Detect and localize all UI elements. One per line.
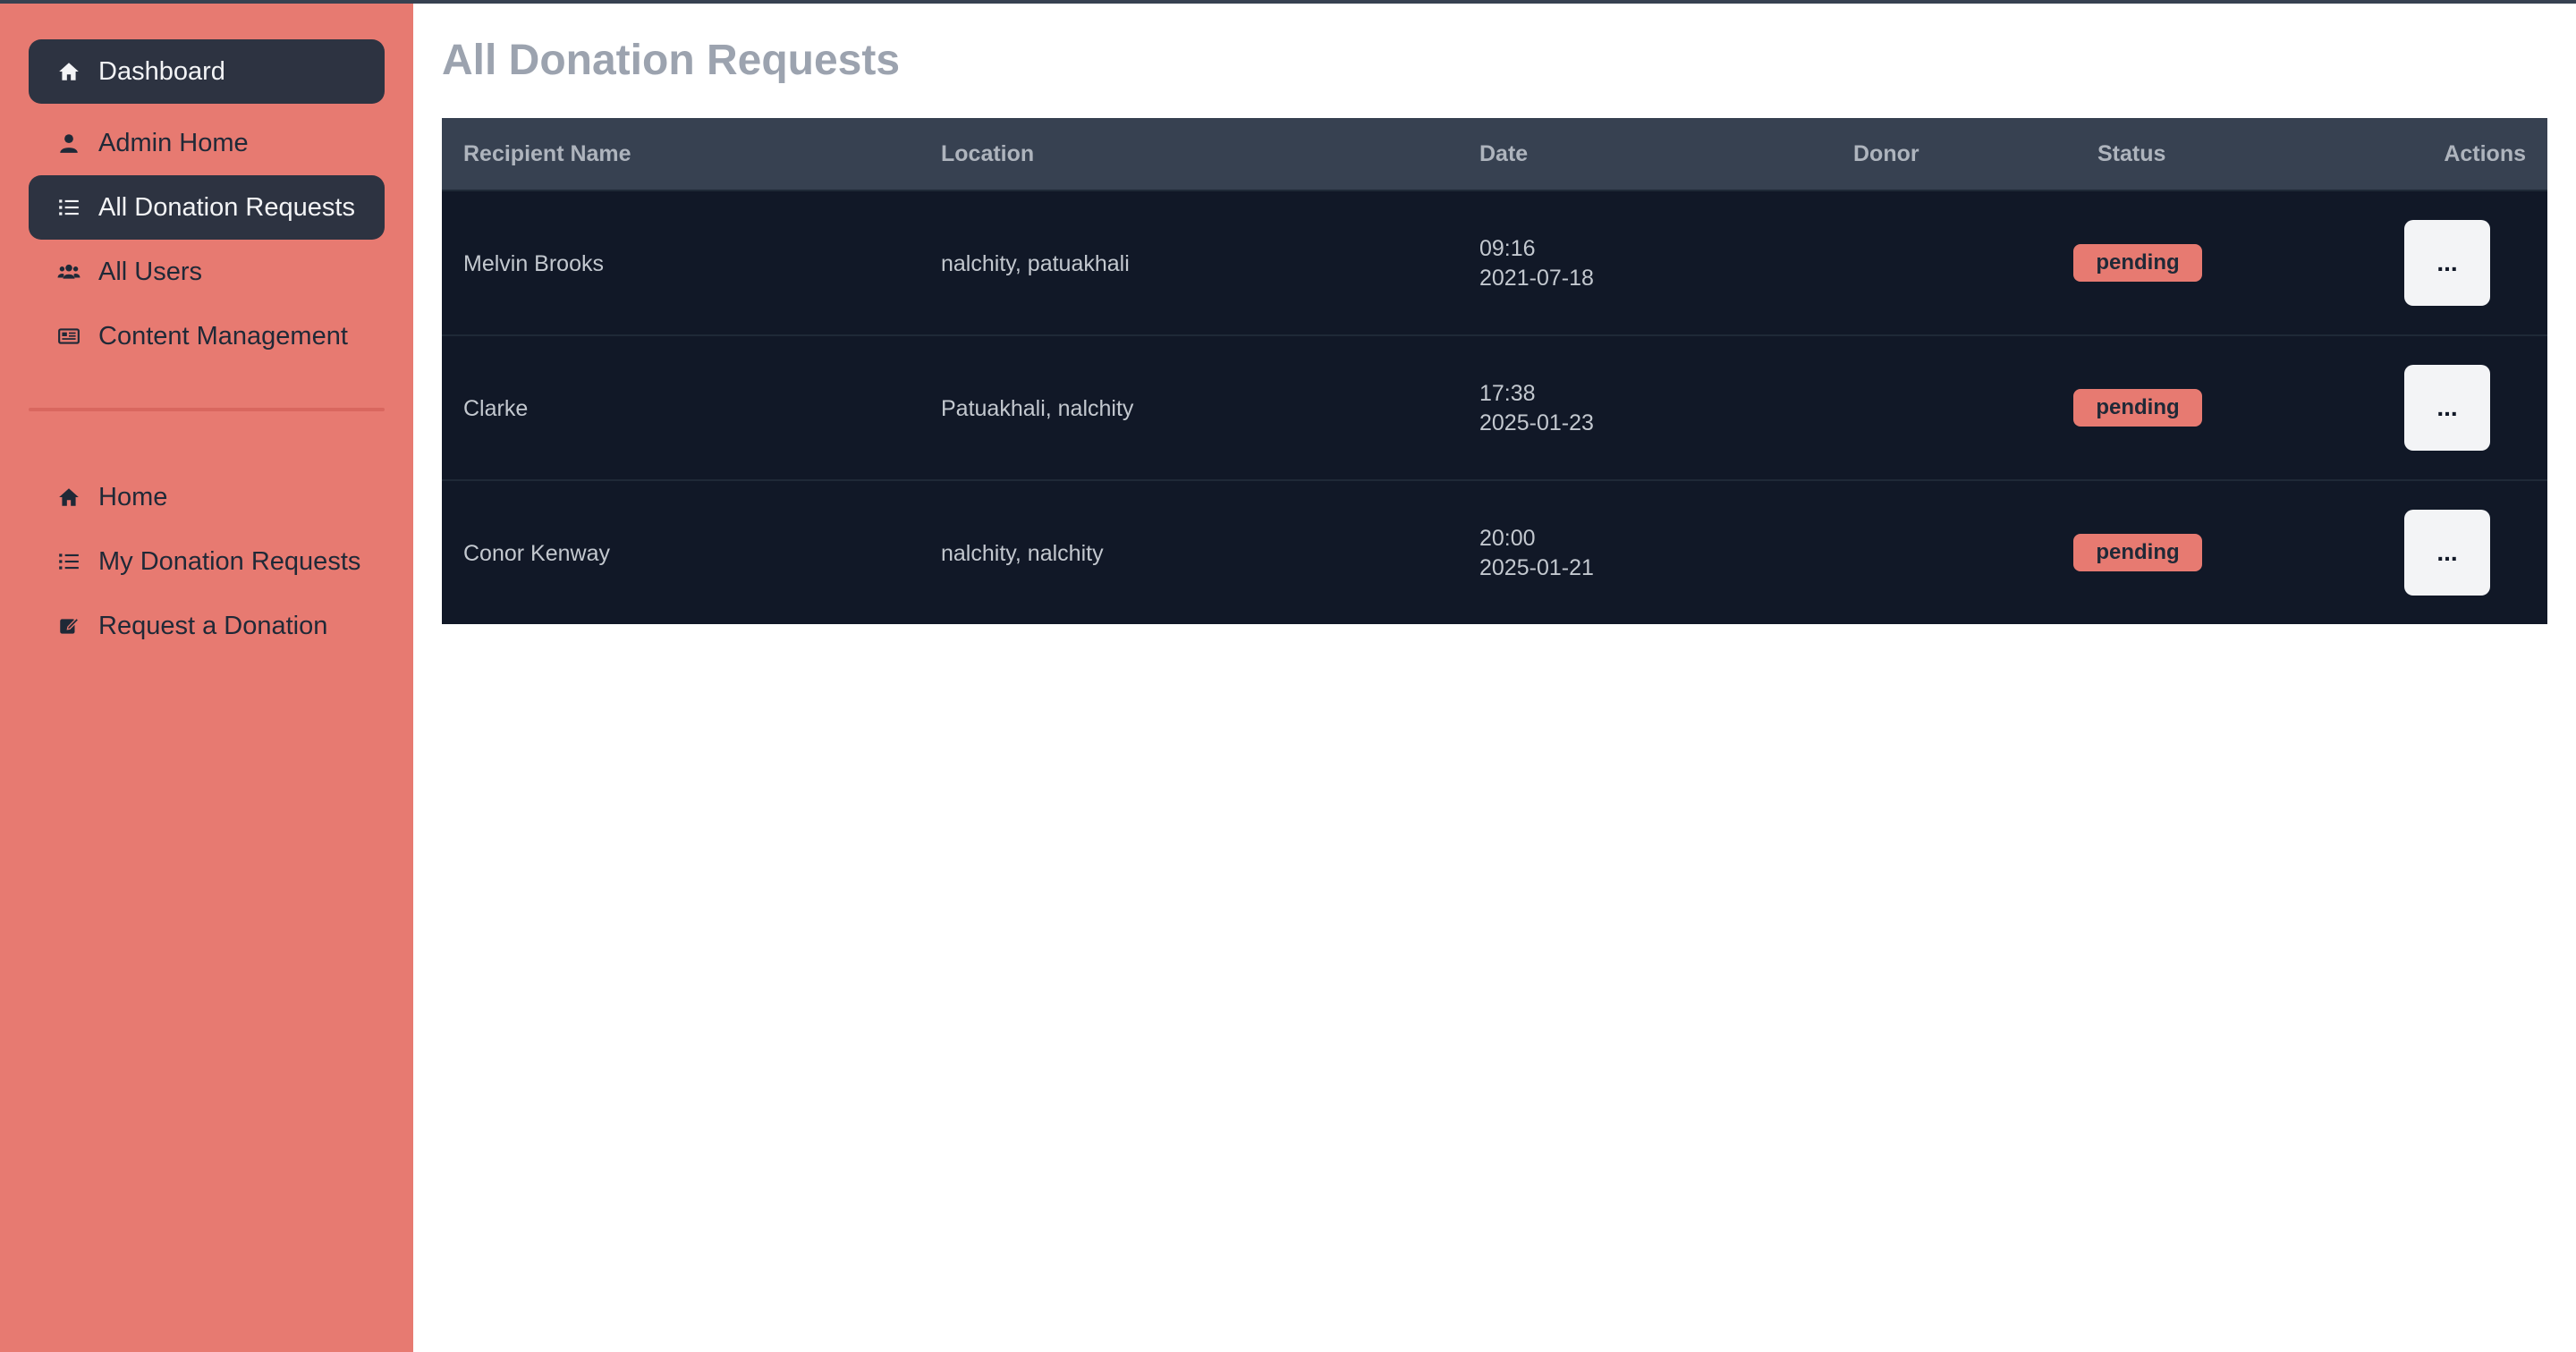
location-cell: nalchity, nalchity — [941, 540, 1104, 566]
column-header-date: Date — [1479, 141, 1529, 166]
sidebar-item-label: Dashboard — [98, 56, 225, 86]
recipient-name-cell: Clarke — [463, 395, 529, 421]
date-cell: 20:00 2025-01-21 — [1479, 524, 1594, 583]
list-icon — [55, 194, 82, 221]
row-actions-button[interactable]: ... — [2404, 220, 2490, 306]
column-header-actions: Actions — [2444, 141, 2526, 166]
column-header-recipient-name: Recipient Name — [463, 141, 631, 166]
sidebar-item-label: All Donation Requests — [98, 192, 355, 222]
status-badge: pending — [2073, 244, 2202, 282]
table-row: Conor Kenway nalchity, nalchity 20:00 20… — [442, 479, 2547, 624]
date-value: 2021-07-18 — [1479, 266, 1594, 291]
edit-icon — [55, 613, 82, 639]
row-actions-button[interactable]: ... — [2404, 510, 2490, 596]
date-value: 2025-01-23 — [1479, 410, 1594, 435]
sidebar-item-request-a-donation[interactable]: Request a Donation — [29, 594, 385, 658]
location-cell: Patuakhali, nalchity — [941, 395, 1134, 421]
sidebar-item-admin-home[interactable]: Admin Home — [29, 111, 385, 175]
main-content: All Donation Requests Recipient Name Loc… — [413, 4, 2576, 1352]
users-icon — [55, 258, 82, 285]
list-icon — [55, 548, 82, 575]
recipient-name-cell: Conor Kenway — [463, 540, 610, 566]
location-cell: nalchity, patuakhali — [941, 250, 1130, 276]
table-row: Clarke Patuakhali, nalchity 17:38 2025-0… — [442, 334, 2547, 479]
sidebar-item-dashboard[interactable]: Dashboard — [29, 39, 385, 104]
sidebar-item-label: Content Management — [98, 321, 348, 351]
home-icon — [55, 58, 82, 85]
row-actions-button[interactable]: ... — [2404, 365, 2490, 451]
time-value: 20:00 — [1479, 526, 1536, 551]
sidebar-item-home[interactable]: Home — [29, 465, 385, 529]
column-header-donor: Donor — [1853, 141, 1919, 166]
sidebar-item-label: Admin Home — [98, 128, 249, 157]
sidebar-divider — [29, 408, 385, 411]
sidebar-item-label: My Donation Requests — [98, 546, 361, 576]
recipient-name-cell: Melvin Brooks — [463, 250, 604, 276]
column-header-status: Status — [2097, 141, 2166, 166]
newspaper-icon — [55, 323, 82, 350]
home-icon — [55, 484, 82, 511]
sidebar-item-content-management[interactable]: Content Management — [29, 304, 385, 368]
time-value: 17:38 — [1479, 381, 1536, 406]
date-value: 2025-01-21 — [1479, 555, 1594, 580]
status-badge: pending — [2073, 534, 2202, 571]
sidebar-item-my-donation-requests[interactable]: My Donation Requests — [29, 529, 385, 594]
sidebar: Dashboard Admin Home All Donation Reques… — [0, 4, 413, 1352]
date-cell: 09:16 2021-07-18 — [1479, 234, 1594, 293]
page-title: All Donation Requests — [442, 37, 901, 84]
sidebar-item-all-donation-requests[interactable]: All Donation Requests — [29, 175, 385, 240]
date-cell: 17:38 2025-01-23 — [1479, 379, 1594, 438]
donation-requests-table: Recipient Name Location Date Donor Statu… — [442, 118, 2547, 624]
sidebar-item-label: All Users — [98, 257, 203, 286]
status-badge: pending — [2073, 389, 2202, 427]
column-header-location: Location — [941, 141, 1035, 166]
table-row: Melvin Brooks nalchity, patuakhali 09:16… — [442, 190, 2547, 334]
sidebar-item-label: Home — [98, 482, 168, 511]
table-header: Recipient Name Location Date Donor Statu… — [442, 118, 2547, 190]
user-icon — [55, 130, 82, 156]
sidebar-item-all-users[interactable]: All Users — [29, 240, 385, 304]
sidebar-item-label: Request a Donation — [98, 611, 328, 640]
time-value: 09:16 — [1479, 236, 1536, 261]
